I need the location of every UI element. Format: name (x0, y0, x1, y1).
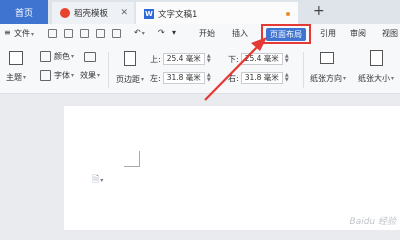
watermark: Baidu 经验 (349, 217, 396, 227)
annotation-arrow (204, 37, 267, 101)
arrow-head (251, 37, 267, 51)
arrow-shaft (204, 41, 263, 101)
